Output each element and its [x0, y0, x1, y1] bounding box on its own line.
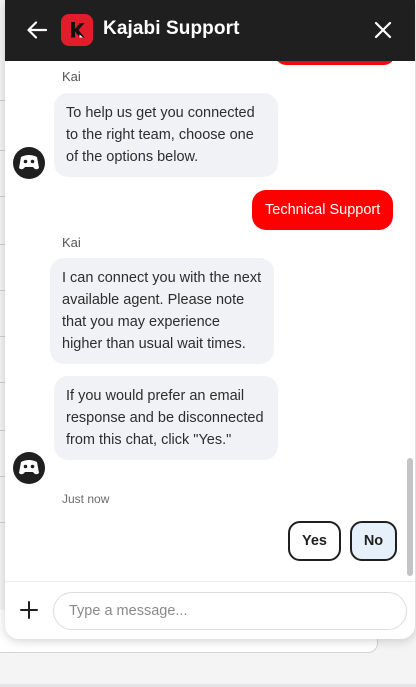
chat-header: Kajabi Support: [5, 0, 415, 61]
bot-message-bubble: If you would prefer an email response an…: [54, 376, 278, 460]
kajabi-logo: [61, 14, 93, 46]
plus-icon: [20, 601, 38, 619]
no-button[interactable]: No: [350, 521, 397, 561]
yes-button[interactable]: Yes: [288, 521, 341, 561]
sender-name: Kai: [62, 235, 81, 250]
chat-title: Kajabi Support: [103, 18, 240, 39]
message-input[interactable]: [53, 592, 407, 630]
previous-user-bubble: [275, 61, 395, 65]
scrollbar-thumb[interactable]: [407, 458, 413, 576]
robot-icon: [19, 155, 39, 170]
bot-message-bubble: To help us get you connected to the righ…: [54, 93, 278, 177]
close-icon: [374, 21, 392, 39]
bot-message-bubble: I can connect you with the next availabl…: [50, 258, 274, 364]
back-button[interactable]: [23, 16, 51, 44]
add-attachment-button[interactable]: [17, 598, 41, 622]
close-button[interactable]: [369, 16, 397, 44]
user-message-bubble: Technical Support: [252, 190, 394, 230]
sender-name: Kai: [62, 69, 81, 84]
message-list[interactable]: Kai To help us get you connected to the …: [5, 61, 415, 581]
bot-avatar: [13, 452, 45, 484]
robot-icon: [19, 460, 39, 475]
message-composer: [5, 581, 415, 639]
bot-avatar: [13, 147, 45, 179]
message-timestamp: Just now: [62, 492, 110, 506]
kajabi-logo-icon: [71, 22, 85, 38]
chat-widget: Kajabi Support Kai To help us get you co…: [5, 0, 415, 639]
arrow-left-icon: [27, 21, 47, 39]
